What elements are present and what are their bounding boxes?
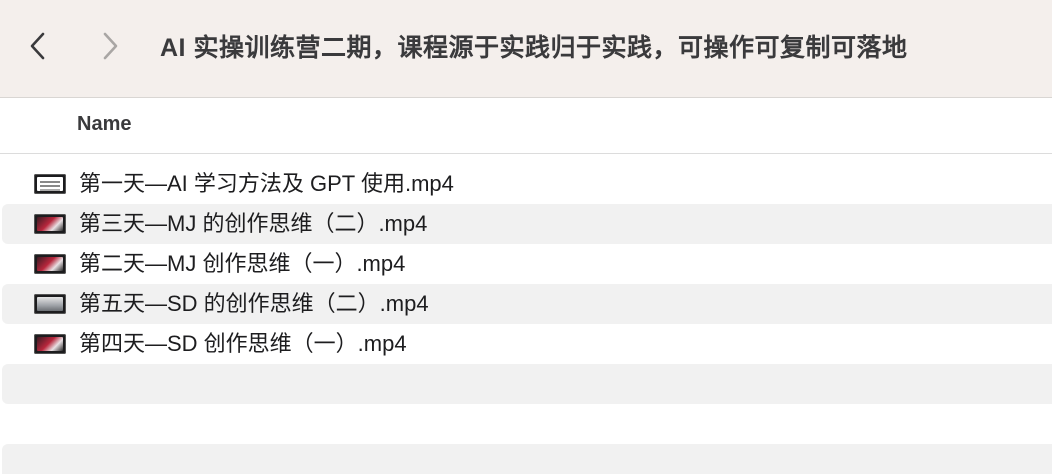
file-name: 第三天—MJ 的创作思维（二）.mp4 — [79, 211, 428, 236]
video-thumbnail-icon — [34, 254, 66, 274]
forward-button[interactable] — [92, 26, 128, 66]
video-thumbnail-icon — [34, 334, 66, 354]
empty-row — [2, 404, 1052, 444]
file-row[interactable]: 第四天—SD 创作思维（一）.mp4 — [2, 324, 1052, 364]
file-row[interactable]: 第一天—AI 学习方法及 GPT 使用.mp4 — [2, 164, 1052, 204]
window-title: AI 实操训练营二期，课程源于实践归于实践，可操作可复制可落地 — [160, 34, 908, 62]
column-header-bar: Name — [0, 98, 1052, 154]
file-row[interactable]: 第五天—SD 的创作思维（二）.mp4 — [2, 284, 1052, 324]
file-row[interactable]: 第二天—MJ 创作思维（一）.mp4 — [2, 244, 1052, 284]
column-header-name[interactable]: Name — [77, 113, 131, 136]
chevron-right-icon — [103, 32, 118, 60]
chevron-left-icon — [30, 32, 45, 60]
file-name: 第一天—AI 学习方法及 GPT 使用.mp4 — [79, 171, 454, 196]
video-thumbnail-icon — [34, 214, 66, 234]
finder-window: AI 实操训练营二期，课程源于实践归于实践，可操作可复制可落地 Name 第一天… — [0, 0, 1052, 474]
empty-row — [2, 364, 1052, 404]
file-name: 第五天—SD 的创作思维（二）.mp4 — [79, 291, 429, 316]
file-list: 第一天—AI 学习方法及 GPT 使用.mp4 第三天—MJ 的创作思维（二）.… — [0, 164, 1052, 474]
video-thumbnail-icon — [34, 174, 66, 194]
toolbar: AI 实操训练营二期，课程源于实践归于实践，可操作可复制可落地 — [0, 0, 1052, 98]
empty-row — [2, 444, 1052, 474]
file-name: 第二天—MJ 创作思维（一）.mp4 — [79, 251, 406, 276]
file-row[interactable]: 第三天—MJ 的创作思维（二）.mp4 — [2, 204, 1052, 244]
video-thumbnail-icon — [34, 294, 66, 314]
file-name: 第四天—SD 创作思维（一）.mp4 — [79, 331, 407, 356]
back-button[interactable] — [20, 26, 56, 66]
